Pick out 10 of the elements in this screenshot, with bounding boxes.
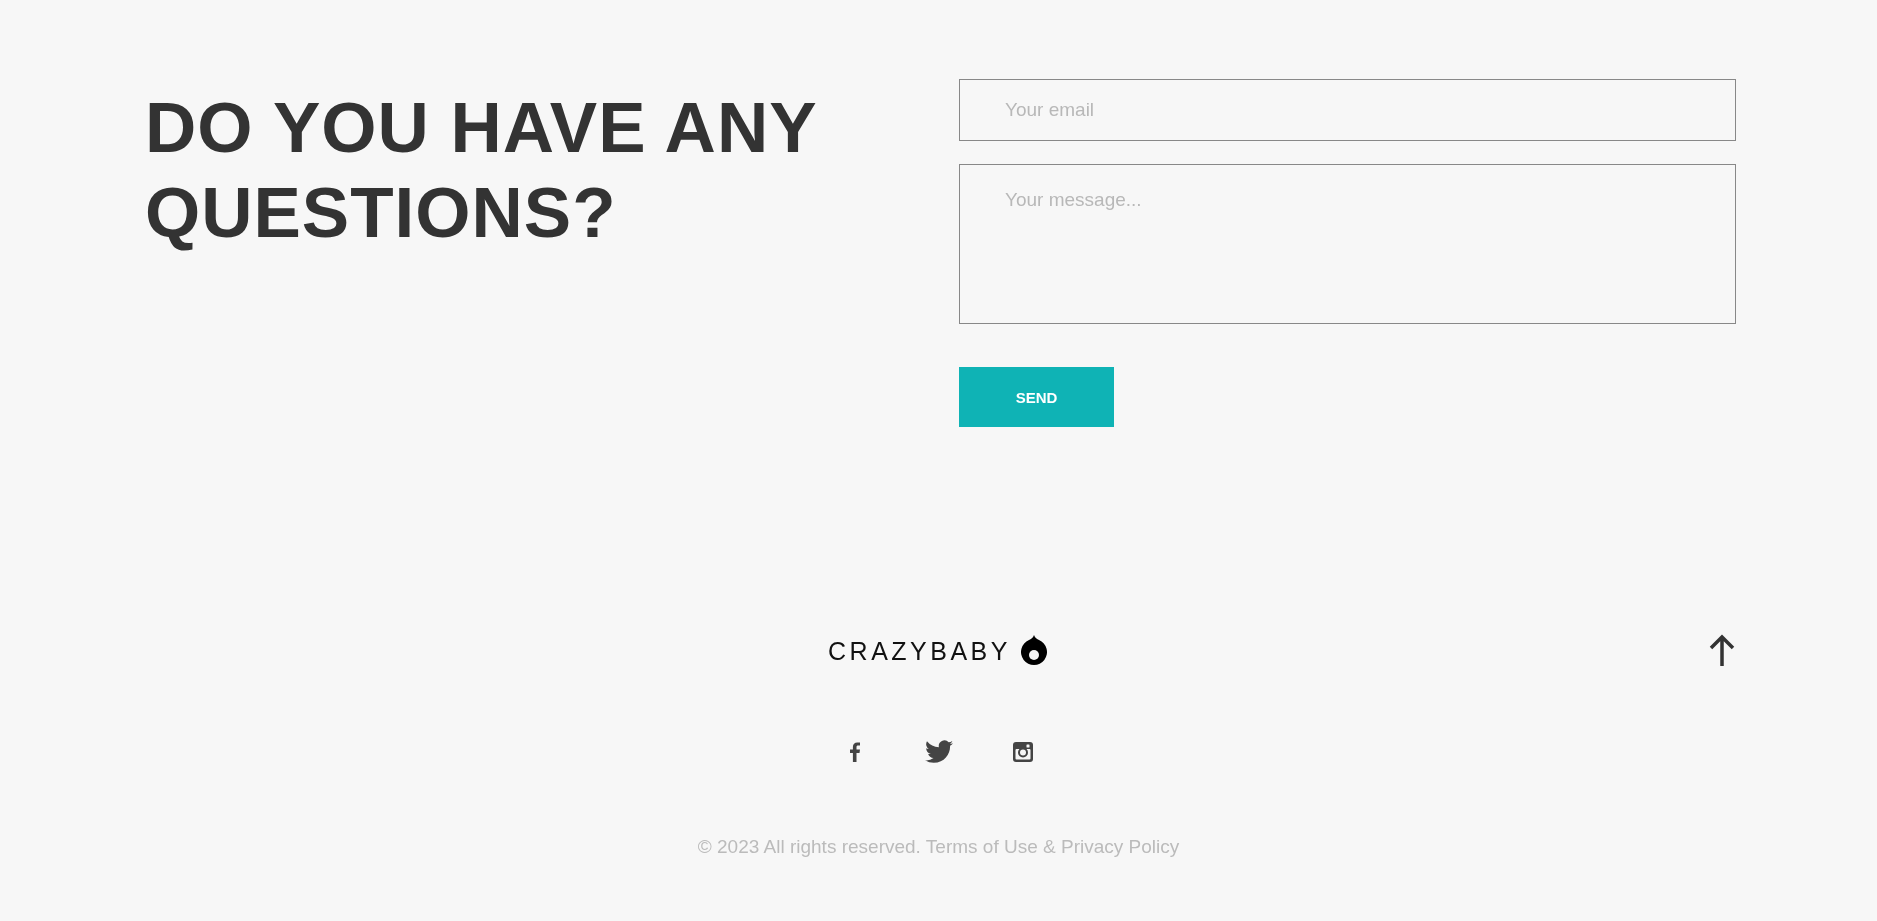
message-field[interactable]: Your message...: [959, 164, 1736, 324]
send-button[interactable]: SEND: [959, 367, 1114, 427]
arrow-up-icon[interactable]: [1708, 634, 1736, 668]
copyright-text: © 2023 All rights reserved. Terms of Use & Privacy Policy: [696, 836, 1181, 858]
page-heading: DO YOU HAVE ANY QUESTIONS?: [145, 87, 818, 254]
twitter-icon[interactable]: [924, 740, 953, 764]
email-field[interactable]: Your email: [959, 79, 1736, 141]
drop-icon: [1018, 634, 1049, 668]
instagram-icon[interactable]: [1010, 740, 1035, 764]
logo-text: CRAZYBABY: [828, 636, 1011, 666]
